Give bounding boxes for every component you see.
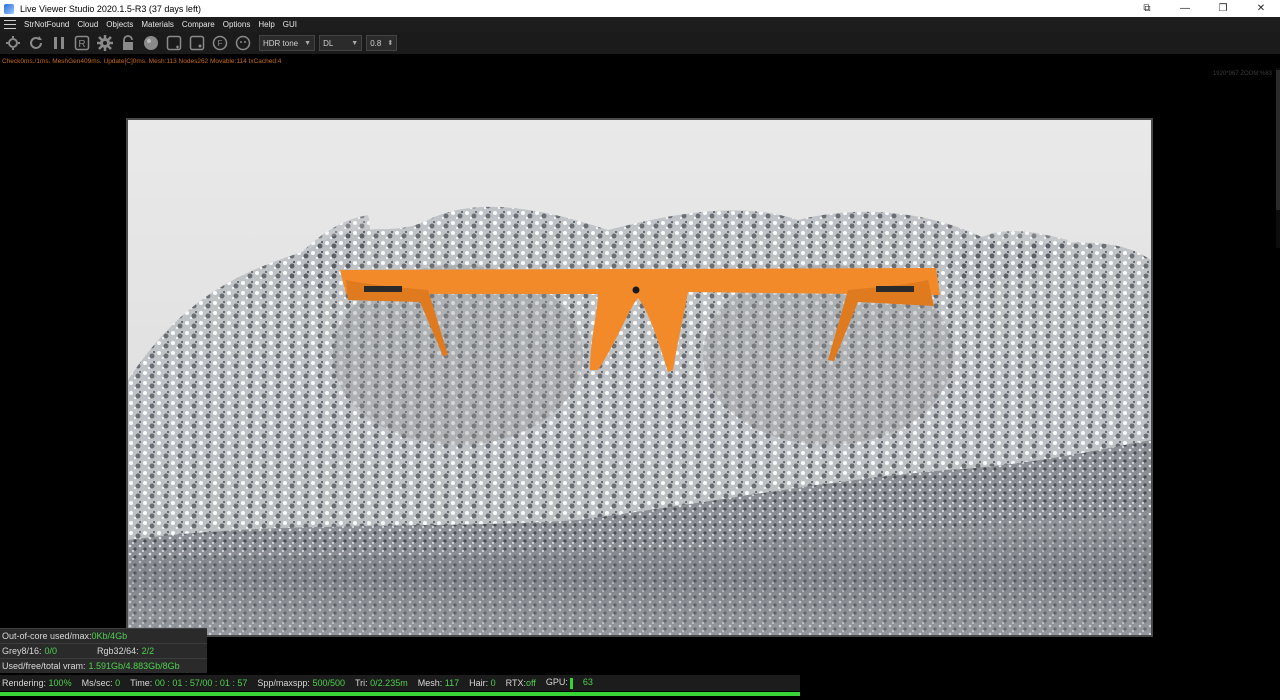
- spinner-arrows-icon[interactable]: ⬍: [387, 39, 393, 47]
- menu-compare[interactable]: Compare: [178, 20, 219, 29]
- close-button[interactable]: ✕: [1242, 0, 1280, 17]
- add-object-icon[interactable]: [164, 33, 184, 53]
- face-icon[interactable]: [233, 33, 253, 53]
- kernel-select[interactable]: DL ▼: [319, 35, 363, 51]
- window-title: Live Viewer Studio 2020.1.5-R3 (37 days …: [20, 3, 201, 14]
- menu-options[interactable]: Options: [219, 20, 255, 29]
- gpu-usage-bar: [569, 677, 573, 689]
- app-logo-icon: [4, 3, 14, 14]
- render-stats-line: Check0ms./1ms. MeshGen409ms. Update[C]0m…: [2, 58, 282, 65]
- rtx-value: off: [525, 678, 536, 688]
- value-spinner[interactable]: 0.8 ⬍: [366, 35, 398, 51]
- spp-label: Spp/maxspp:: [257, 678, 310, 688]
- chevron-down-icon: ▼: [304, 39, 312, 47]
- rgb-value: 2/2: [141, 646, 155, 656]
- hair-value: 0: [490, 678, 496, 688]
- kernel-value: DL: [323, 38, 334, 48]
- menu-gui[interactable]: GUI: [279, 20, 301, 29]
- menu-help[interactable]: Help: [254, 20, 278, 29]
- rendering-value: 100%: [48, 678, 72, 688]
- gpu-label: GPU:: [545, 677, 568, 688]
- minimize-button[interactable]: —: [1166, 0, 1204, 17]
- render-region-icon[interactable]: R: [72, 33, 92, 53]
- render-progress-fill: [0, 692, 800, 696]
- menu-objects[interactable]: Objects: [102, 20, 137, 29]
- time-label: Time:: [130, 678, 153, 688]
- toolbar: R F HDR tone ▼ DL ▼ 0.8 ⬍: [0, 32, 1280, 54]
- rgb-label: Rgb32/64:: [97, 646, 139, 656]
- ms-value: 0: [115, 678, 121, 688]
- render-viewport[interactable]: [126, 118, 1153, 637]
- tri-label: Tri:: [354, 678, 368, 688]
- add-light-icon[interactable]: [187, 33, 207, 53]
- mesh-label: Mesh:: [417, 678, 443, 688]
- spp-value: 500/500: [312, 678, 345, 688]
- vram-value: 1.591Gb/4.883Gb/8Gb: [88, 661, 180, 671]
- vram-row: Used/free/total vram: 1.591Gb/4.883Gb/8G…: [0, 658, 207, 673]
- pause-icon[interactable]: [49, 33, 69, 53]
- gpu-value: 63: [582, 677, 593, 688]
- rendered-image: [128, 120, 1151, 635]
- maximize-button[interactable]: ❐: [1204, 0, 1242, 17]
- menu-bar: StrNotFound Cloud Objects Materials Comp…: [0, 17, 1280, 32]
- sphere-icon[interactable]: [141, 33, 161, 53]
- tone-mapping-select[interactable]: HDR tone ▼: [259, 35, 316, 51]
- tri-value: 0/2.235m: [370, 678, 408, 688]
- zoom-info: 1920*967 ZOOM:%83: [1212, 71, 1272, 77]
- out-of-core-value: 0Kb/4Gb: [91, 631, 128, 641]
- menu-materials[interactable]: Materials: [137, 20, 177, 29]
- vram-label: Used/free/total vram:: [2, 661, 86, 671]
- refresh-icon[interactable]: [26, 33, 46, 53]
- out-of-core-row: Out-of-core used/max: 0Kb/4Gb: [0, 628, 207, 643]
- focus-icon[interactable]: F: [210, 33, 230, 53]
- spinner-value: 0.8: [370, 38, 382, 48]
- texture-count-row: Grey8/16: 0/0 Rgb32/64: 2/2: [0, 643, 207, 658]
- svg-text:R: R: [78, 39, 85, 50]
- mesh-value: 117: [444, 678, 460, 688]
- hamburger-menu-icon[interactable]: [4, 19, 16, 31]
- lock-icon[interactable]: [118, 33, 138, 53]
- title-bar: Live Viewer Studio 2020.1.5-R3 (37 days …: [0, 0, 1280, 17]
- status-bar: Rendering: 100% Ms/sec: 0 Time: 00 : 01 …: [0, 675, 800, 691]
- window-controls: ⧉ — ❐ ✕: [1128, 0, 1280, 17]
- info-panel: Out-of-core used/max: 0Kb/4Gb Grey8/16: …: [0, 628, 207, 673]
- settings-icon[interactable]: [95, 33, 115, 53]
- time-value: 00 : 01 : 57/00 : 01 : 57: [154, 678, 248, 688]
- scrollbar-thumb[interactable]: [1276, 70, 1280, 210]
- rtx-label: RTX:: [505, 678, 526, 688]
- menu-cloud[interactable]: Cloud: [73, 20, 102, 29]
- grey-label: Grey8/16:: [2, 646, 42, 656]
- svg-text:F: F: [218, 39, 223, 48]
- gear-icon[interactable]: [3, 33, 23, 53]
- tone-mapping-value: HDR tone: [263, 38, 299, 48]
- grey-value: 0/0: [44, 646, 58, 656]
- render-progress-bar: [0, 692, 800, 696]
- ms-label: Ms/sec:: [81, 678, 113, 688]
- chevron-down-icon: ▼: [351, 39, 359, 47]
- out-of-core-label: Out-of-core used/max:: [2, 631, 92, 641]
- hair-label: Hair:: [469, 678, 489, 688]
- menu-strnotfound[interactable]: StrNotFound: [20, 20, 73, 29]
- restore-view-button[interactable]: ⧉: [1128, 0, 1166, 17]
- rendering-label: Rendering:: [2, 678, 47, 688]
